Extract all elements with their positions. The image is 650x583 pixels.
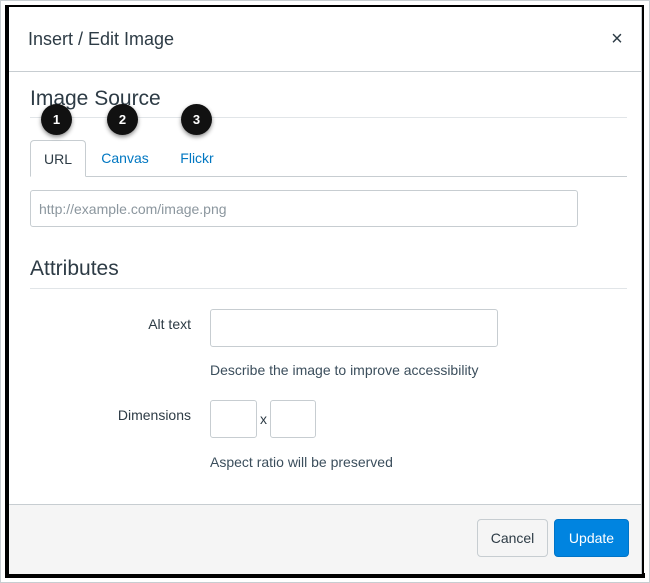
tab-flickr-label: Flickr <box>180 150 214 166</box>
image-url-input[interactable] <box>30 190 578 227</box>
height-input[interactable] <box>270 400 316 438</box>
insert-edit-image-dialog: Insert / Edit Image × Image Source URL C… <box>9 7 642 574</box>
width-input[interactable] <box>210 400 257 438</box>
alt-text-input[interactable] <box>210 309 498 347</box>
dialog-header: Insert / Edit Image × <box>9 7 641 72</box>
callout-badge-1: 1 <box>41 104 72 135</box>
tab-url-label: URL <box>43 151 72 167</box>
cancel-button[interactable]: Cancel <box>477 519 548 557</box>
attributes-divider <box>30 288 627 289</box>
dimensions-label: Dimensions <box>117 407 191 423</box>
image-source-tabs: URL Canvas Flickr <box>30 140 627 177</box>
update-button[interactable]: Update <box>554 519 629 557</box>
dialog-footer: Cancel Update <box>9 504 641 574</box>
dimensions-separator: x <box>260 411 267 427</box>
callout-badge-3: 3 <box>181 104 212 135</box>
tab-canvas-label: Canvas <box>101 150 149 166</box>
callout-badge-2: 2 <box>107 104 138 135</box>
alt-text-help: Describe the image to improve accessibil… <box>210 362 479 378</box>
close-icon[interactable]: × <box>608 29 626 49</box>
tab-canvas[interactable]: Canvas <box>93 140 157 176</box>
tab-url[interactable]: URL <box>30 140 86 177</box>
tab-flickr[interactable]: Flickr <box>170 140 224 176</box>
dimensions-help: Aspect ratio will be preserved <box>210 454 393 470</box>
attributes-heading: Attributes <box>30 257 119 280</box>
dialog-title: Insert / Edit Image <box>28 29 175 49</box>
alt-text-label: Alt text <box>148 316 191 332</box>
